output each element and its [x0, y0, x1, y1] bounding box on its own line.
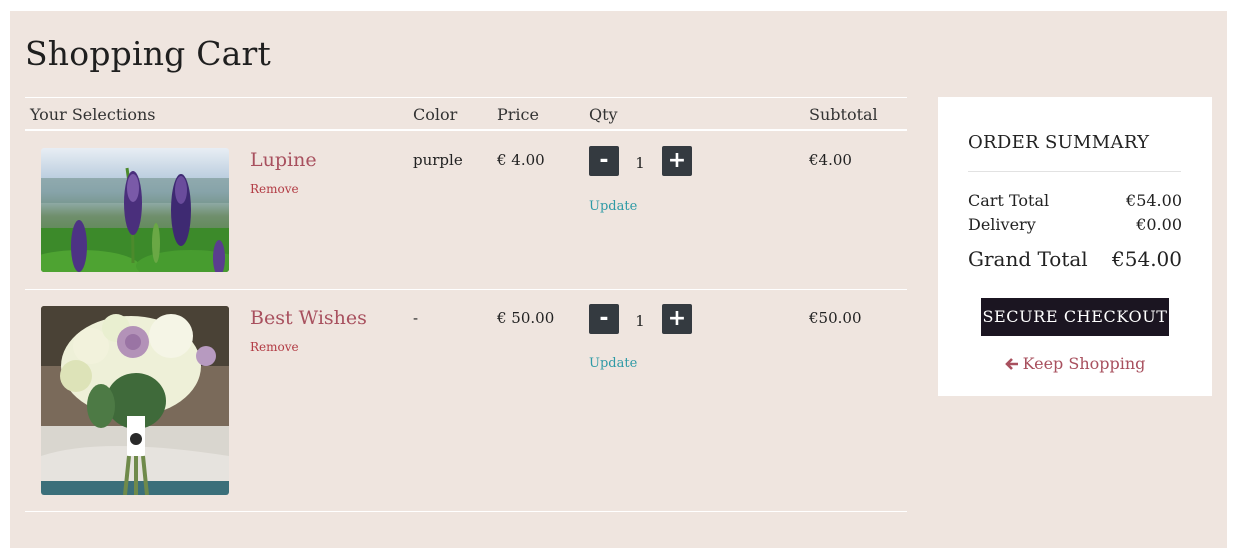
qty-decrement-button[interactable]: -: [589, 146, 619, 176]
table-top-divider: [25, 97, 907, 98]
qty-increment-button[interactable]: +: [662, 304, 692, 334]
table-row: Lupine Remove purple € 4.00 - 1 + Update…: [25, 131, 907, 289]
item-subtotal: €4.00: [809, 151, 852, 169]
remove-link-lupine[interactable]: Remove: [250, 182, 299, 196]
header-color: Color: [413, 105, 458, 124]
header-qty: Qty: [589, 105, 618, 124]
delivery-value: €0.00: [1136, 215, 1182, 234]
item-subtotal: €50.00: [809, 309, 862, 327]
header-price: Price: [497, 105, 539, 124]
arrow-left-icon: [1004, 354, 1023, 373]
qty-decrement-button[interactable]: -: [589, 304, 619, 334]
order-summary: ORDER SUMMARY Cart Total €54.00 Delivery…: [938, 97, 1212, 396]
qty-increment-button[interactable]: +: [662, 146, 692, 176]
row-divider: [25, 511, 907, 512]
product-name-best-wishes[interactable]: Best Wishes: [250, 307, 367, 329]
keep-shopping-label: Keep Shopping: [1022, 354, 1146, 373]
cart-total-value: €54.00: [1126, 191, 1182, 210]
item-color: -: [413, 309, 419, 327]
update-link[interactable]: Update: [589, 356, 637, 371]
qty-value[interactable]: 1: [625, 312, 655, 330]
secure-checkout-button[interactable]: SECURE CHECKOUT: [981, 298, 1169, 336]
update-link[interactable]: Update: [589, 199, 637, 214]
product-name-lupine[interactable]: Lupine: [250, 149, 317, 171]
delivery-label: Delivery: [968, 215, 1036, 234]
page-title: Shopping Cart: [25, 34, 271, 73]
header-subtotal: Subtotal: [809, 105, 878, 124]
cart-total-label: Cart Total: [968, 191, 1050, 210]
item-color: purple: [413, 151, 463, 169]
product-image-lupine[interactable]: [41, 148, 229, 272]
item-price: € 4.00: [497, 151, 545, 169]
grand-total-value: €54.00: [1112, 247, 1182, 271]
item-price: € 50.00: [497, 309, 555, 327]
summary-divider: [968, 171, 1181, 172]
keep-shopping-link[interactable]: Keep Shopping: [938, 354, 1212, 373]
table-row: Best Wishes Remove - € 50.00 - 1 + Updat…: [25, 290, 907, 511]
order-summary-title: ORDER SUMMARY: [968, 132, 1150, 153]
grand-total-label: Grand Total: [968, 247, 1088, 271]
header-selections: Your Selections: [30, 105, 156, 124]
qty-value[interactable]: 1: [625, 154, 655, 172]
remove-link-best-wishes[interactable]: Remove: [250, 340, 299, 354]
product-image-best-wishes[interactable]: [41, 306, 229, 495]
